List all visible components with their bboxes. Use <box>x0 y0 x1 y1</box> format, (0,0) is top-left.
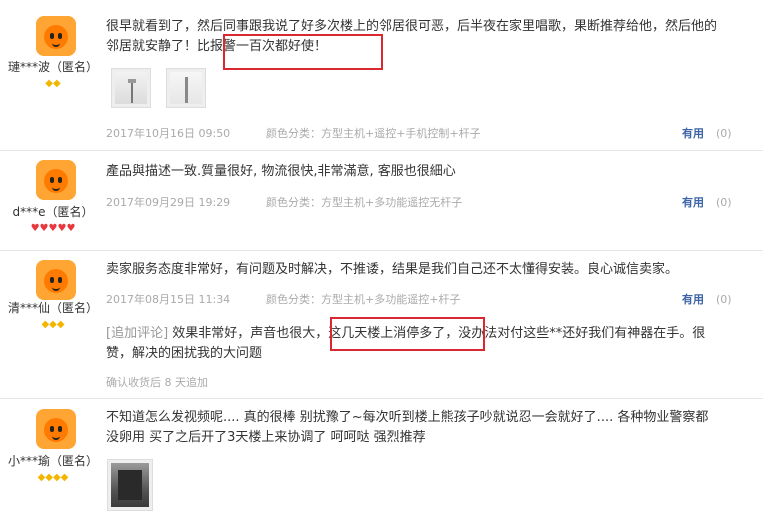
avatar <box>36 16 76 56</box>
useful-vote: 有用 (0) <box>682 194 732 210</box>
sku-info: 颜色分类：方型主机+遥控+手机控制+杆子 <box>266 127 481 140</box>
append-time: 确认收货后 8 天追加 <box>106 376 208 389</box>
useful-button[interactable]: 有用 <box>682 196 704 209</box>
review-meta: 2017年08月15日 11:34 颜色分类：方型主机+多功能遥控+杆子 <box>106 291 460 307</box>
review-4: 小***瑜（匿名） ◆◆◆◆ 不知道怎么发视频呢.... 真的很棒 别扰豫了~每… <box>0 399 763 511</box>
review-photo-thumbnail[interactable] <box>107 459 153 511</box>
review-text: 很早就看到了，然后同事跟我说了好多次楼上的邻居很可恶，后半夜在家里唱歌，果断推荐… <box>106 19 718 54</box>
rank-badge-icon: ◆◆◆ <box>41 319 65 330</box>
rank-badge-icon: ◆◆ <box>45 78 61 89</box>
reviewer-name: 小***瑜（匿名） <box>7 454 98 468</box>
avatar <box>36 409 76 449</box>
review-text: 產品與描述一致.質量很好, 物流很快,非常滿意, 客服也很細心 <box>106 164 456 179</box>
review-photo-thumbnail[interactable] <box>166 68 206 108</box>
avatar <box>36 160 76 200</box>
useful-vote: 有用 (0) <box>682 125 732 141</box>
review-date: 2017年09月29日 19:29 <box>106 196 231 209</box>
review-1: 璉***波（匿名） ◆◆ 很早就看到了，然后同事跟我说了好多次楼上的邻居很可恶，… <box>0 0 763 150</box>
review-date: 2017年10月16日 09:50 <box>106 127 231 140</box>
reviewer-name: d***e（匿名） <box>12 205 94 219</box>
useful-count: (0) <box>716 196 732 209</box>
review-text: 卖家服务态度非常好，有问题及时解决，不推诿，结果是我们自己还不太懂得安装。良心诚… <box>106 262 679 277</box>
useful-button[interactable]: 有用 <box>682 127 704 140</box>
sku-info: 颜色分类：方型主机+多功能遥控+杆子 <box>266 293 461 306</box>
useful-count: (0) <box>716 293 732 306</box>
appended-review: [追加评论] 效果非常好，声音也很大，这几天楼上消停多了，没办法对付这些**还好… <box>106 324 706 364</box>
useful-button[interactable]: 有用 <box>682 293 704 306</box>
review-meta: 2017年09月29日 19:29 颜色分类：方型主机+多功能遥控无杆子 <box>106 194 462 210</box>
rank-badge-icon: ♥♥♥♥♥ <box>30 223 76 234</box>
review-3: 清***仙（匿名） ◆◆◆ 卖家服务态度非常好，有问题及时解决，不推诿，结果是我… <box>0 251 763 398</box>
useful-count: (0) <box>716 127 732 140</box>
sku-info: 颜色分类：方型主机+多功能遥控无杆子 <box>266 196 463 209</box>
avatar <box>36 260 76 300</box>
reviewer-name: 璉***波（匿名） <box>7 60 98 74</box>
review-2: d***e（匿名） ♥♥♥♥♥ 產品與描述一致.質量很好, 物流很快,非常滿意,… <box>0 151 763 250</box>
append-text: 效果非常好，声音也很大，这几天楼上消停多了，没办法对付这些**还好我们有神器在手… <box>106 326 706 361</box>
reviewer-name: 清***仙（匿名） <box>7 301 98 315</box>
append-label: [追加评论] <box>106 326 169 341</box>
review-photo-thumbnail[interactable] <box>111 68 151 108</box>
rank-badge-icon: ◆◆◆◆ <box>37 472 69 483</box>
useful-vote: 有用 (0) <box>682 291 732 307</box>
review-meta: 2017年10月16日 09:50 颜色分类：方型主机+遥控+手机控制+杆子 <box>106 125 481 141</box>
review-date: 2017年08月15日 11:34 <box>106 293 231 306</box>
review-text: 不知道怎么发视频呢.... 真的很棒 别扰豫了~每次听到楼上熊孩子吵就说忍一会就… <box>106 410 709 445</box>
